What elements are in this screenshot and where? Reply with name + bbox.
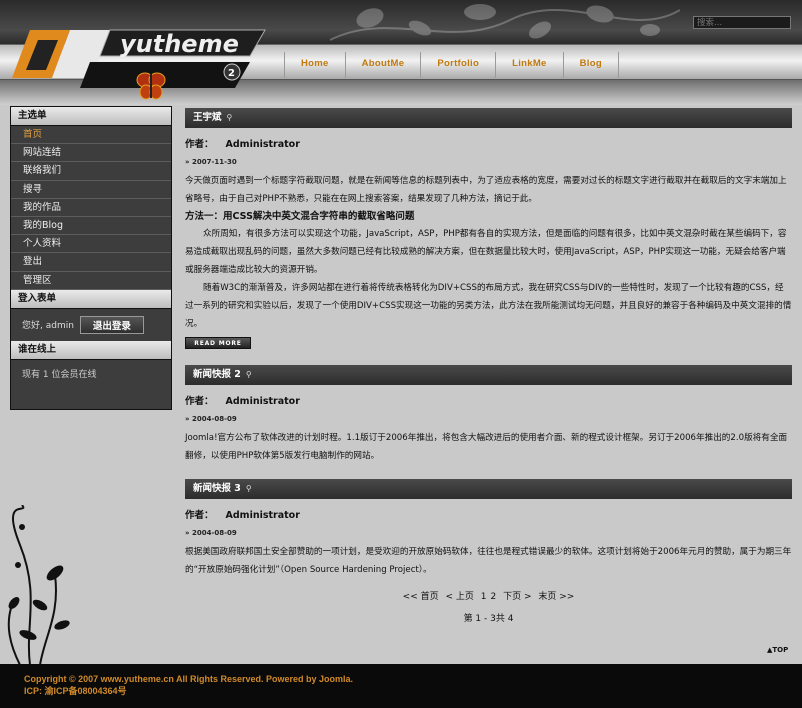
sidebar-item-home[interactable]: 首页: [11, 126, 171, 145]
sidebar-item-blog[interactable]: 我的Blog: [11, 217, 171, 236]
sidebar-item-contact[interactable]: 联络我们: [11, 162, 171, 181]
icp-text: ICP: 渝ICP备08004364号: [24, 686, 127, 696]
copyright-text: Copyright © 2007 www.yutheme.cn All Righ…: [24, 674, 354, 684]
article-title[interactable]: 王宇斌 ⚲: [185, 108, 792, 128]
article-paragraph: 众所周知，有很多方法可以实现这个功能，JavaScript，ASP，PHP都有各…: [185, 229, 787, 275]
greeting-text: 您好, admin: [22, 321, 74, 332]
page-count: 第 1 - 3共 4: [463, 614, 514, 624]
article-paragraph: 今天做页面时遇到一个标题字符截取问题，就是在新闻等信息的标题列表中，为了适应表格…: [185, 176, 787, 204]
pdf-icon[interactable]: ⚲: [246, 479, 252, 499]
article-subhead: 方法一：用CSS解决中英文混合字符串的截取省略问题: [185, 211, 415, 222]
login-row: 您好, admin 退出登录: [11, 309, 171, 341]
back-to-top-link[interactable]: ▲TOP: [767, 646, 788, 654]
header: yutheme 2 Home AboutMe Portfolio LinkMe …: [0, 0, 802, 105]
vine-decoration: [7, 505, 70, 665]
article-author: 作者： Administrator: [185, 510, 300, 521]
online-count: 现有 1 位会员在线: [22, 369, 97, 380]
article-title[interactable]: 新闻快报 2 ⚲: [185, 365, 792, 385]
pdf-icon[interactable]: ⚲: [246, 365, 252, 385]
login-form-title: 登入表单: [11, 289, 171, 309]
nav-blog[interactable]: Blog: [562, 52, 619, 78]
article-author: 作者： Administrator: [185, 396, 300, 407]
svg-text:yutheme: yutheme: [120, 30, 239, 58]
nav-home[interactable]: Home: [284, 52, 345, 78]
floral-decoration: [330, 4, 680, 41]
svg-text:2: 2: [228, 68, 235, 79]
page-1: 1: [480, 592, 487, 602]
sidebar-item-profile[interactable]: 个人资料: [11, 235, 171, 254]
logout-button[interactable]: 退出登录: [79, 315, 144, 334]
article-title[interactable]: 新闻快报 3 ⚲: [185, 479, 792, 499]
main-content: 王宇斌⚲ 作者：Administrator 2007-11-30 今天做页面时遇…: [185, 108, 792, 624]
next-page-link[interactable]: 下页 >: [503, 592, 531, 602]
article-date: 2004-08-09: [185, 529, 792, 537]
pdf-icon[interactable]: ⚲: [227, 108, 233, 128]
page-2-link[interactable]: 2: [491, 592, 497, 602]
first-page-link[interactable]: << 首页: [403, 592, 439, 602]
sidebar-item-links[interactable]: 网站连结: [11, 144, 171, 163]
sidebar-item-search[interactable]: 搜寻: [11, 181, 171, 199]
search-input[interactable]: [693, 16, 791, 29]
main-menu-title: 主选单: [11, 107, 171, 126]
online-title: 谁在线上: [11, 340, 171, 360]
article-date: 2004-08-09: [185, 415, 792, 423]
sidebar: 主选单 首页 网站连结 联络我们 搜寻 我的作品 我的Blog 个人资料 登出 …: [10, 106, 172, 410]
article-date: 2007-11-30: [185, 158, 792, 166]
read-more-button[interactable]: READ MORE: [185, 337, 251, 349]
article-paragraph: 随着W3C的渐渐普及，许多网站都在进行着将传统表格转化为DIV+CSS的布局方式…: [185, 283, 792, 329]
sidebar-item-admin[interactable]: 管理区: [11, 272, 171, 290]
last-page-link[interactable]: 末页 >>: [538, 592, 574, 602]
nav-aboutme[interactable]: AboutMe: [344, 52, 421, 78]
sidebar-item-logout[interactable]: 登出: [11, 253, 171, 272]
article-paragraph: 根据美国政府联邦国土安全部赞助的一项计划，是受欢迎的开放原始码软体，往往也是程式…: [185, 547, 792, 575]
footer: Copyright © 2007 www.yutheme.cn All Righ…: [0, 664, 802, 708]
nav-portfolio[interactable]: Portfolio: [420, 52, 495, 78]
pagination: << 首页 < 上页 12 下页 > 末页 >>: [185, 589, 792, 602]
butterfly-icon: [136, 72, 166, 100]
nav-linkme[interactable]: LinkMe: [495, 52, 563, 78]
sidebar-item-works[interactable]: 我的作品: [11, 199, 171, 217]
article-author: 作者： Administrator: [185, 139, 300, 150]
article-paragraph: Joomla!官方公布了软体改进的计划时程。1.1版订于2006年推出，将包含大…: [185, 433, 788, 461]
main-nav: Home AboutMe Portfolio LinkMe Blog: [284, 52, 619, 78]
prev-page-link[interactable]: < 上页: [445, 592, 473, 602]
